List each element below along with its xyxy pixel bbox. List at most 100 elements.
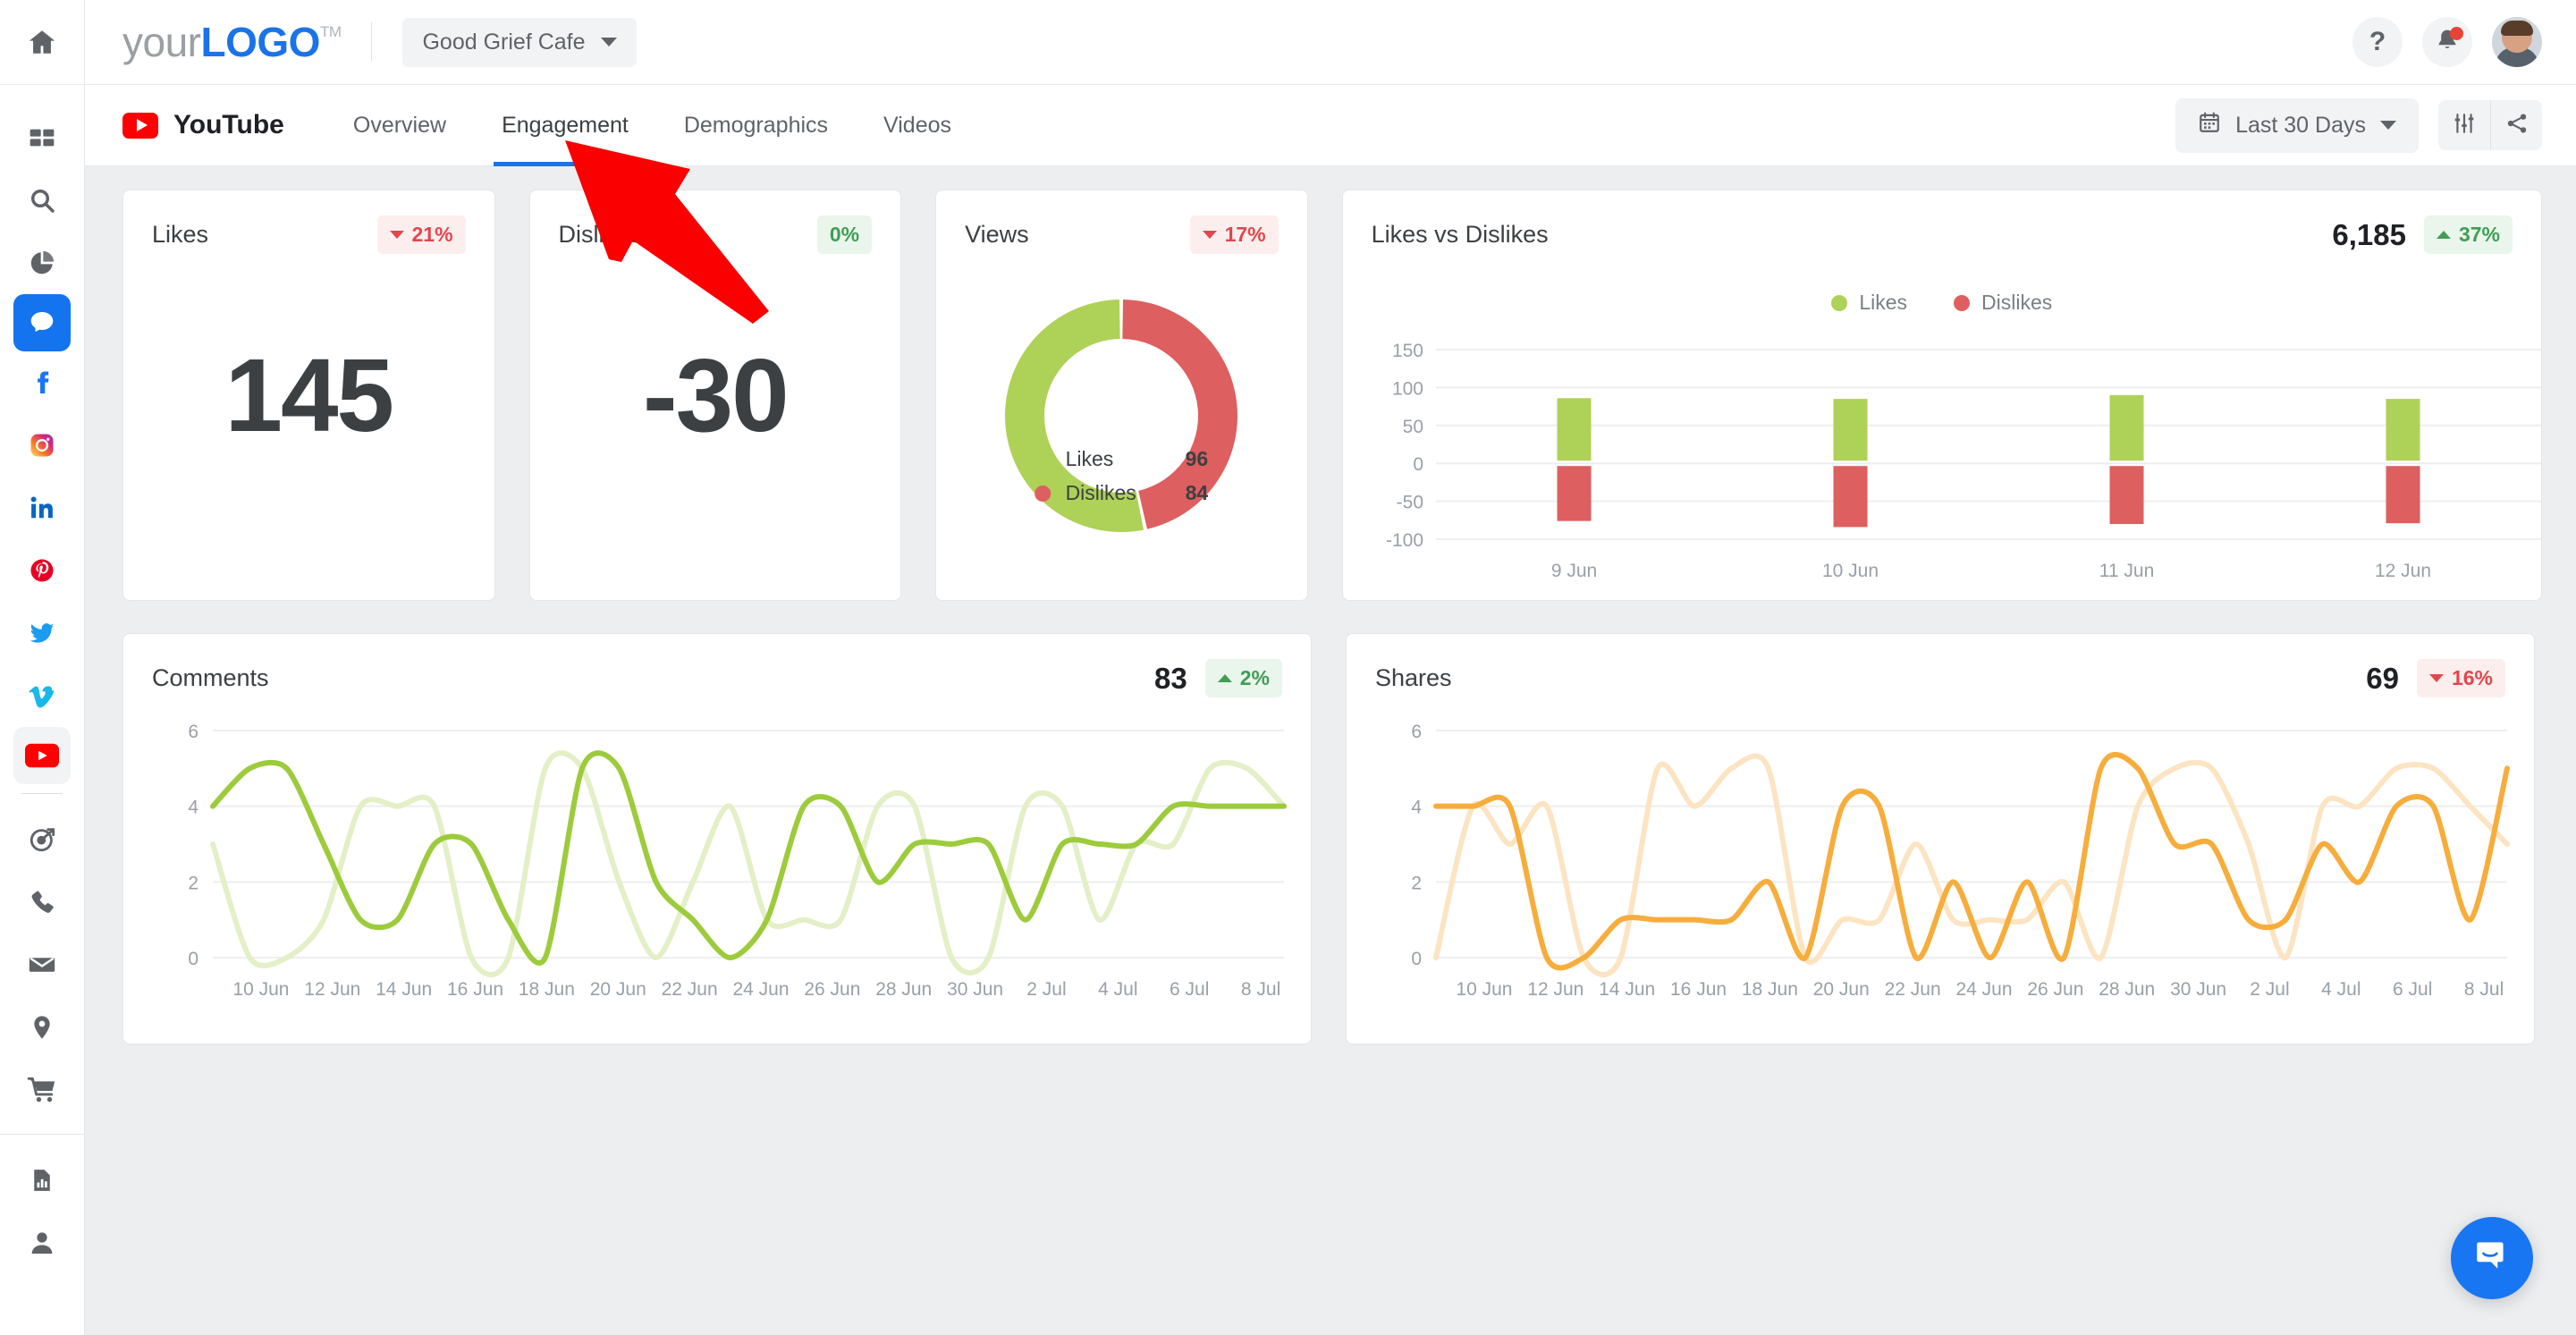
card-likes-value: 145: [123, 335, 494, 455]
tab-overview-label: Overview: [353, 113, 446, 139]
svg-text:18 Jun: 18 Jun: [1742, 979, 1798, 1000]
chart-actions: [2438, 100, 2542, 150]
avatar-hair: [2501, 21, 2533, 36]
svg-text:24 Jun: 24 Jun: [1955, 979, 2012, 1000]
channel-title: YouTube: [122, 110, 284, 140]
brand-logo[interactable]: yourLOGOTM: [122, 18, 341, 66]
intercom-launcher-button[interactable]: [2451, 1217, 2533, 1299]
card-likes-meta: 21%: [377, 215, 466, 254]
arrow-down-icon: [390, 231, 404, 239]
sidebar-item-ecommerce[interactable]: [13, 1059, 71, 1121]
brand-your: your: [122, 19, 200, 65]
map-pin-icon: [28, 1013, 56, 1042]
channel-bar: YouTube Overview Engagement Demographics…: [85, 85, 2576, 166]
app-root: yourLOGOTM Good Grief Cafe ?: [0, 0, 2576, 1335]
chevron-down-icon: [601, 38, 617, 46]
status-badge: 21%: [377, 215, 466, 254]
help-button[interactable]: ?: [2352, 17, 2403, 67]
account-selector[interactable]: Good Grief Cafe: [402, 18, 636, 67]
sidebar-item-messages[interactable]: [13, 294, 71, 351]
sidebar-item-ads[interactable]: [13, 808, 71, 871]
svg-text:14 Jun: 14 Jun: [1599, 979, 1655, 1000]
tab-overview[interactable]: Overview: [325, 85, 474, 166]
sidebar-item-dashboard[interactable]: [13, 106, 71, 169]
card-likes-title: Likes: [152, 221, 208, 249]
legend-value-dislikes: 84: [1186, 481, 1209, 505]
sidebar-item-linkedin[interactable]: [13, 477, 71, 539]
tab-engagement-label: Engagement: [502, 113, 629, 139]
sidebar-item-account[interactable]: [13, 1212, 71, 1274]
sidebar-item-email[interactable]: [13, 934, 71, 996]
sidebar-item-facebook[interactable]: [13, 351, 71, 414]
svg-text:4 Jul: 4 Jul: [1098, 979, 1137, 1000]
account-name: Good Grief Cafe: [422, 30, 585, 55]
sidebar-item-reports[interactable]: [13, 1149, 71, 1212]
sidebar-divider-bottom: [0, 1134, 85, 1135]
sidebar-item-analytics[interactable]: [13, 232, 71, 294]
tab-demographics[interactable]: Demographics: [656, 85, 856, 166]
home-icon: [27, 27, 57, 57]
sliders-icon: [2453, 112, 2476, 139]
card-dislikes: Dislikes 0% -30: [529, 190, 902, 601]
chat-bubble-icon: [28, 308, 56, 337]
settings-button[interactable]: [2438, 100, 2490, 150]
arrow-down-icon: [1203, 231, 1217, 239]
sidebar-item-vimeo[interactable]: [13, 664, 71, 727]
sidebar-item-youtube[interactable]: [13, 727, 71, 784]
svg-text:30 Jun: 30 Jun: [947, 979, 1003, 1000]
comments-line-chart: 024610 Jun12 Jun14 Jun16 Jun18 Jun20 Jun…: [123, 634, 1311, 1043]
brand-logo-text: LOGO: [200, 19, 319, 65]
search-icon: [28, 186, 56, 215]
tab-engagement[interactable]: Engagement: [474, 85, 656, 166]
svg-text:18 Jun: 18 Jun: [519, 979, 575, 1000]
svg-text:12 Jun: 12 Jun: [1527, 979, 1584, 1000]
svg-text:-100: -100: [1386, 530, 1423, 551]
svg-text:22 Jun: 22 Jun: [1885, 979, 1941, 1000]
svg-text:28 Jun: 28 Jun: [875, 979, 932, 1000]
legend-value-likes: 96: [1186, 447, 1209, 471]
svg-text:14 Jun: 14 Jun: [376, 979, 432, 1000]
tab-demographics-label: Demographics: [684, 113, 828, 139]
shopping-cart-icon: [27, 1075, 57, 1105]
sidebar-item-twitter[interactable]: [13, 602, 71, 664]
envelope-icon: [27, 950, 57, 980]
youtube-icon: [25, 743, 59, 768]
card-dislikes-title: Dislikes: [559, 221, 642, 249]
avatar[interactable]: [2492, 17, 2542, 67]
sidebar-item-locations[interactable]: [13, 996, 71, 1059]
views-donut-legend: Likes 96 Dislikes 84: [1035, 447, 1209, 515]
svg-text:0: 0: [188, 949, 198, 969]
bar-chart-canvas: 150100500-50-1009 Jun10 Jun11 Jun12 Jun: [1343, 190, 2541, 600]
tab-videos-label: Videos: [883, 113, 951, 139]
svg-text:30 Jun: 30 Jun: [2170, 979, 2226, 1000]
chevron-down-icon: [2380, 121, 2396, 130]
svg-text:6 Jul: 6 Jul: [2393, 979, 2432, 1000]
pinterest-icon: [29, 557, 55, 584]
svg-text:2: 2: [1411, 873, 1422, 893]
svg-text:12 Jun: 12 Jun: [304, 979, 360, 1000]
share-button[interactable]: [2490, 100, 2542, 150]
tab-videos[interactable]: Videos: [856, 85, 979, 166]
question-mark-icon: ?: [2369, 27, 2386, 57]
sidebar-item-home[interactable]: [0, 0, 85, 85]
channel-bar-actions: Last 30 Days: [2175, 98, 2542, 153]
metrics-row-1: Likes 21% 145 Dislikes 0%: [122, 190, 2542, 601]
status-badge: 17%: [1190, 215, 1279, 254]
card-likes-header: Likes 21%: [123, 190, 494, 254]
svg-text:0: 0: [1413, 454, 1423, 475]
dashboard-content: Likes 21% 145 Dislikes 0%: [85, 166, 2576, 1335]
sidebar-item-search[interactable]: [13, 169, 71, 232]
sidebar-item-instagram[interactable]: [13, 414, 71, 477]
sidebar-item-pinterest[interactable]: [13, 539, 71, 602]
card-dislikes-meta: 0%: [817, 215, 872, 254]
svg-text:10 Jun: 10 Jun: [1822, 561, 1879, 581]
brand-divider: [371, 22, 372, 62]
notifications-button[interactable]: [2422, 17, 2472, 67]
sidebar-item-calls[interactable]: [13, 871, 71, 934]
left-sidebar: [0, 0, 85, 1335]
top-bar-actions: ?: [2352, 17, 2542, 67]
card-dislikes-value: -30: [530, 335, 901, 455]
svg-text:16 Jun: 16 Jun: [1670, 979, 1727, 1000]
linkedin-icon: [29, 494, 55, 521]
date-range-selector[interactable]: Last 30 Days: [2175, 98, 2419, 153]
